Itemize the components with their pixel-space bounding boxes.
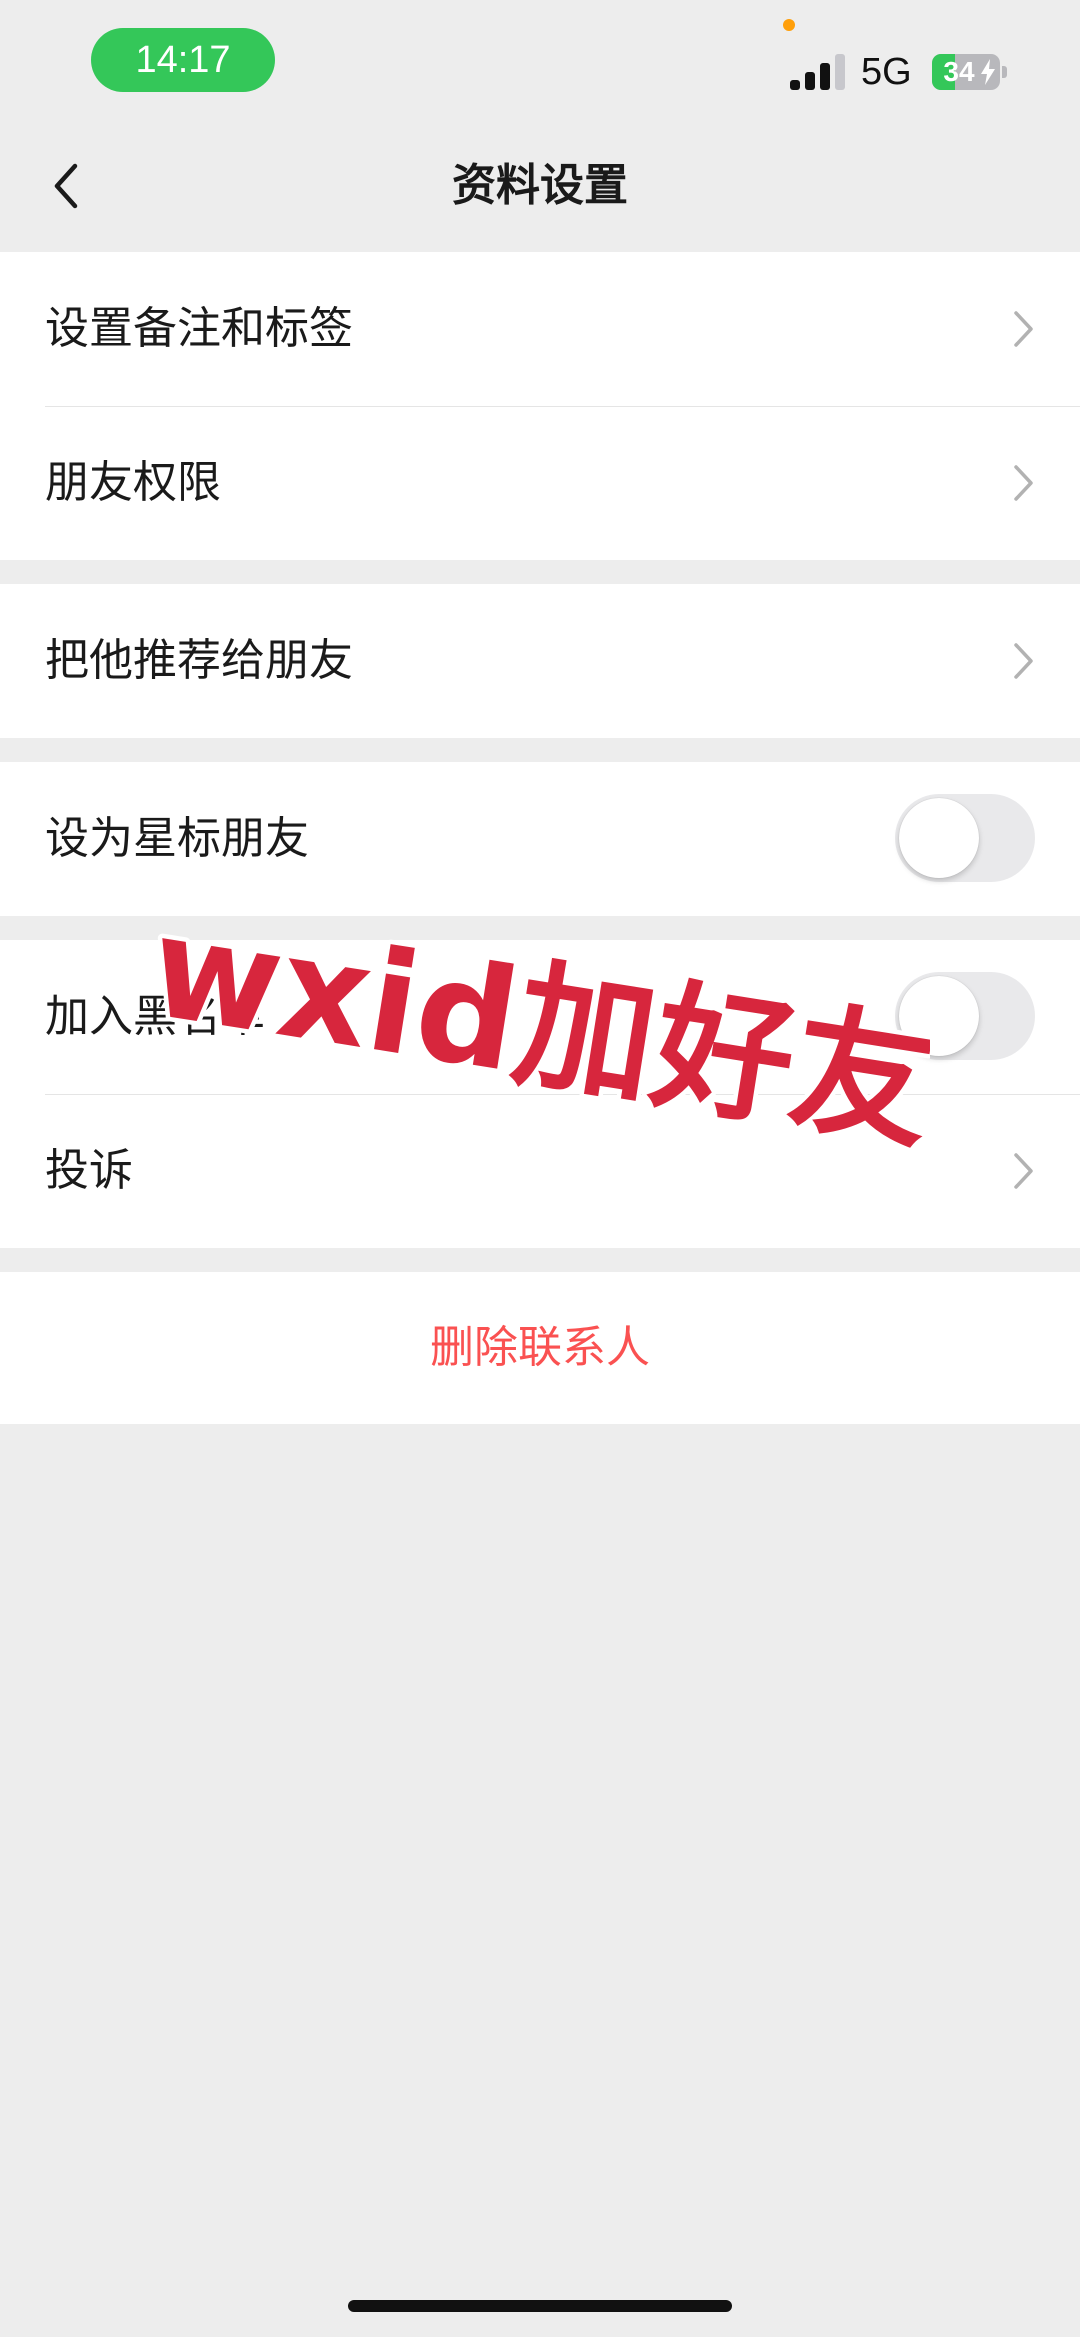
status-bar: 14:17 5G 34 [0, 0, 1080, 120]
settings-group-block: 加入黑名单 投诉 [0, 940, 1080, 1248]
delete-contact-button[interactable]: 删除联系人 [0, 1272, 1080, 1424]
home-indicator[interactable] [348, 2300, 732, 2312]
settings-group-star: 设为星标朋友 [0, 762, 1080, 916]
row-label: 把他推荐给朋友 [45, 635, 353, 686]
battery-cap [1002, 66, 1007, 78]
row-label: 设为星标朋友 [45, 813, 309, 864]
status-time[interactable]: 14:17 [91, 28, 275, 92]
settings-group-delete: 删除联系人 [0, 1272, 1080, 1424]
toggle-knob [899, 976, 979, 1056]
chevron-right-icon [1014, 1153, 1033, 1189]
row-set-remarks-and-tags[interactable]: 设置备注和标签 [0, 252, 1080, 406]
chevron-right-icon [1014, 465, 1033, 501]
network-type-label: 5G [861, 51, 912, 93]
chevron-right-icon [1014, 643, 1033, 679]
row-add-to-blacklist: 加入黑名单 [0, 940, 1080, 1094]
settings-group-recommend: 把他推荐给朋友 [0, 584, 1080, 738]
blacklist-toggle[interactable] [895, 972, 1035, 1060]
row-label: 朋友权限 [45, 457, 221, 508]
back-button[interactable] [30, 150, 102, 222]
page-title: 资料设置 [452, 160, 628, 211]
navigation-bar: 资料设置 [0, 120, 1080, 252]
row-label: 设置备注和标签 [45, 303, 353, 354]
row-label: 加入黑名单 [45, 991, 265, 1042]
cellular-signal-icon [790, 54, 845, 90]
star-friend-toggle[interactable] [895, 794, 1035, 882]
privacy-indicator-dot [783, 19, 795, 31]
charging-bolt-icon [981, 59, 995, 85]
row-recommend-to-friends[interactable]: 把他推荐给朋友 [0, 584, 1080, 738]
row-friend-permissions[interactable]: 朋友权限 [0, 406, 1080, 560]
row-complain[interactable]: 投诉 [0, 1094, 1080, 1248]
settings-group-remarks: 设置备注和标签 朋友权限 [0, 252, 1080, 560]
chevron-left-icon [54, 163, 78, 209]
toggle-knob [899, 798, 979, 878]
chevron-right-icon [1014, 311, 1033, 347]
row-label: 投诉 [45, 1145, 133, 1196]
row-star-friend: 设为星标朋友 [0, 762, 1080, 916]
battery-icon: 34 [932, 54, 1008, 90]
battery-percent: 34 [943, 56, 975, 87]
